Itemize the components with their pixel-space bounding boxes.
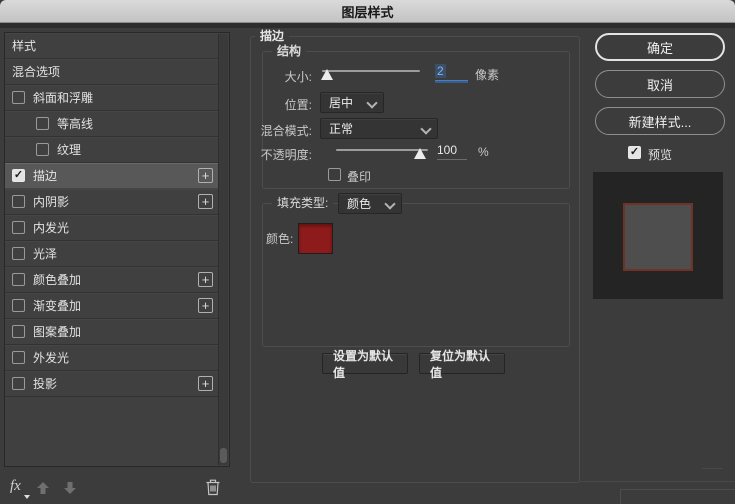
delete-effect-trash-button[interactable] (205, 478, 221, 496)
sidebar-effect-list: 样式混合选项斜面和浮雕等高线纹理 ✓ 描边 + 内阴影 + 内发光光泽颜色叠加 + 渐变叠加 + 图… (5, 33, 219, 466)
sidebar-item-label: 颜色叠加 (33, 271, 190, 288)
preview-label: 预览 (648, 146, 672, 163)
sidebar-item-inner-glow[interactable]: 内发光 (5, 215, 219, 241)
cancel-button[interactable]: 取消 (595, 70, 725, 98)
sidebar-item-gradient-overlay[interactable]: 渐变叠加 + (5, 293, 219, 319)
move-effect-down-button[interactable] (63, 481, 77, 495)
outer-glow-enable-checkbox[interactable] (12, 351, 25, 364)
opacity-value-field[interactable]: 100 (437, 143, 467, 160)
position-value: 居中 (329, 94, 353, 111)
overprint-checkbox[interactable] (328, 168, 341, 181)
size-value-field[interactable]: 2 (435, 64, 468, 81)
chevron-down-icon (420, 123, 431, 134)
add-color-overlay-instance-button[interactable]: + (198, 272, 213, 287)
sidebar-item-label: 描边 (33, 167, 190, 184)
add-stroke-instance-button[interactable]: + (198, 168, 213, 183)
sidebar-item-outer-glow[interactable]: 外发光 (5, 345, 219, 371)
fill-type-dropdown[interactable]: 颜色 (338, 193, 402, 214)
preview-checkbox[interactable]: ✓ (628, 146, 641, 159)
color-overlay-enable-checkbox[interactable] (12, 273, 25, 286)
sidebar-item-styles[interactable]: 样式 (5, 33, 219, 59)
fill-type-label: 填充类型: (272, 196, 333, 211)
blend-mode-label: 混合模式: (246, 122, 312, 139)
chevron-down-icon (384, 198, 395, 209)
blend-mode-dropdown[interactable]: 正常 (320, 118, 438, 139)
sidebar-item-inner-shadow[interactable]: 内阴影 + (5, 189, 219, 215)
sidebar-item-color-overlay[interactable]: 颜色叠加 + (5, 267, 219, 293)
style-preview-thumbnail (593, 172, 723, 299)
sidebar-item-label: 等高线 (57, 115, 215, 132)
sidebar-item-label: 外发光 (33, 349, 215, 366)
dialog-title: 图层样式 (341, 2, 393, 21)
add-gradient-overlay-instance-button[interactable]: + (198, 298, 213, 313)
effects-sidebar: 样式混合选项斜面和浮雕等高线纹理 ✓ 描边 + 内阴影 + 内发光光泽颜色叠加 + 渐变叠加 + 图… (4, 32, 230, 467)
sidebar-item-label: 样式 (12, 37, 215, 54)
contour-enable-checkbox[interactable] (36, 117, 49, 130)
fill-type-value: 颜色 (347, 195, 371, 212)
overprint-label: 叠印 (347, 168, 371, 185)
sidebar-scrollbar-thumb[interactable] (220, 448, 227, 463)
bevel-emboss-enable-checkbox[interactable] (12, 91, 25, 104)
sidebar-item-satin[interactable]: 光泽 (5, 241, 219, 267)
panel-divider (702, 468, 723, 469)
sidebar-item-blending-options[interactable]: 混合选项 (5, 59, 219, 85)
fx-caret-icon (24, 495, 30, 499)
chevron-down-icon (366, 97, 377, 108)
size-slider-track[interactable] (322, 70, 420, 72)
position-dropdown[interactable]: 居中 (320, 92, 384, 113)
sidebar-item-label: 渐变叠加 (33, 297, 190, 314)
add-drop-shadow-instance-button[interactable]: + (198, 376, 213, 391)
stroke-panel-title: 描边 (255, 29, 289, 44)
sidebar-item-stroke[interactable]: ✓ 描边 + (5, 163, 219, 189)
satin-enable-checkbox[interactable] (12, 247, 25, 260)
fx-menu-button[interactable]: fx (10, 478, 21, 495)
blend-mode-value: 正常 (329, 120, 353, 137)
opacity-slider-thumb[interactable] (414, 148, 426, 159)
sidebar-item-texture[interactable]: 纹理 (5, 137, 219, 163)
inner-glow-enable-checkbox[interactable] (12, 221, 25, 234)
opacity-unit-label: % (478, 145, 489, 159)
drop-shadow-enable-checkbox[interactable] (12, 377, 25, 390)
new-style-button[interactable]: 新建样式... (595, 107, 725, 135)
stroke-color-swatch[interactable] (298, 223, 333, 254)
inner-shadow-enable-checkbox[interactable] (12, 195, 25, 208)
size-slider-thumb[interactable] (321, 69, 333, 80)
structure-legend: 结构 (272, 44, 306, 59)
size-label: 大小: (268, 68, 312, 85)
sidebar-item-label: 光泽 (33, 245, 215, 262)
sidebar-scrollbar[interactable] (218, 34, 228, 465)
panel-divider (578, 481, 735, 482)
sidebar-item-contour[interactable]: 等高线 (5, 111, 219, 137)
add-inner-shadow-instance-button[interactable]: + (198, 194, 213, 209)
sidebar-item-label: 纹理 (57, 141, 215, 158)
ok-button[interactable]: 确定 (595, 33, 725, 61)
stroke-enable-checkbox[interactable]: ✓ (12, 169, 25, 182)
sidebar-item-label: 内阴影 (33, 193, 190, 210)
partial-panel-edge (620, 489, 735, 504)
reset-default-button[interactable]: 复位为默认值 (419, 353, 505, 374)
sidebar-item-pattern-overlay[interactable]: 图案叠加 (5, 319, 219, 345)
sidebar-item-label: 图案叠加 (33, 323, 215, 340)
sidebar-item-drop-shadow[interactable]: 投影 + (5, 371, 219, 397)
dialog-titlebar: 图层样式 (0, 0, 735, 23)
sidebar-item-label: 斜面和浮雕 (33, 89, 215, 106)
stroke-color-label: 颜色: (266, 230, 293, 247)
fx-icon: fx (10, 478, 21, 494)
sidebar-item-label: 混合选项 (12, 63, 215, 80)
gradient-overlay-enable-checkbox[interactable] (12, 299, 25, 312)
texture-enable-checkbox[interactable] (36, 143, 49, 156)
sidebar-item-bevel-emboss[interactable]: 斜面和浮雕 (5, 85, 219, 111)
sidebar-item-label: 投影 (33, 375, 190, 392)
move-effect-up-button[interactable] (36, 481, 50, 495)
titlebar-shadow (0, 23, 735, 28)
pattern-overlay-enable-checkbox[interactable] (12, 325, 25, 338)
opacity-label: 不透明度: (246, 146, 312, 163)
preview-inner-square (623, 203, 693, 271)
size-unit-label: 像素 (475, 66, 499, 83)
set-default-button[interactable]: 设置为默认值 (322, 353, 408, 374)
sidebar-item-label: 内发光 (33, 219, 215, 236)
position-label: 位置: (268, 96, 312, 113)
